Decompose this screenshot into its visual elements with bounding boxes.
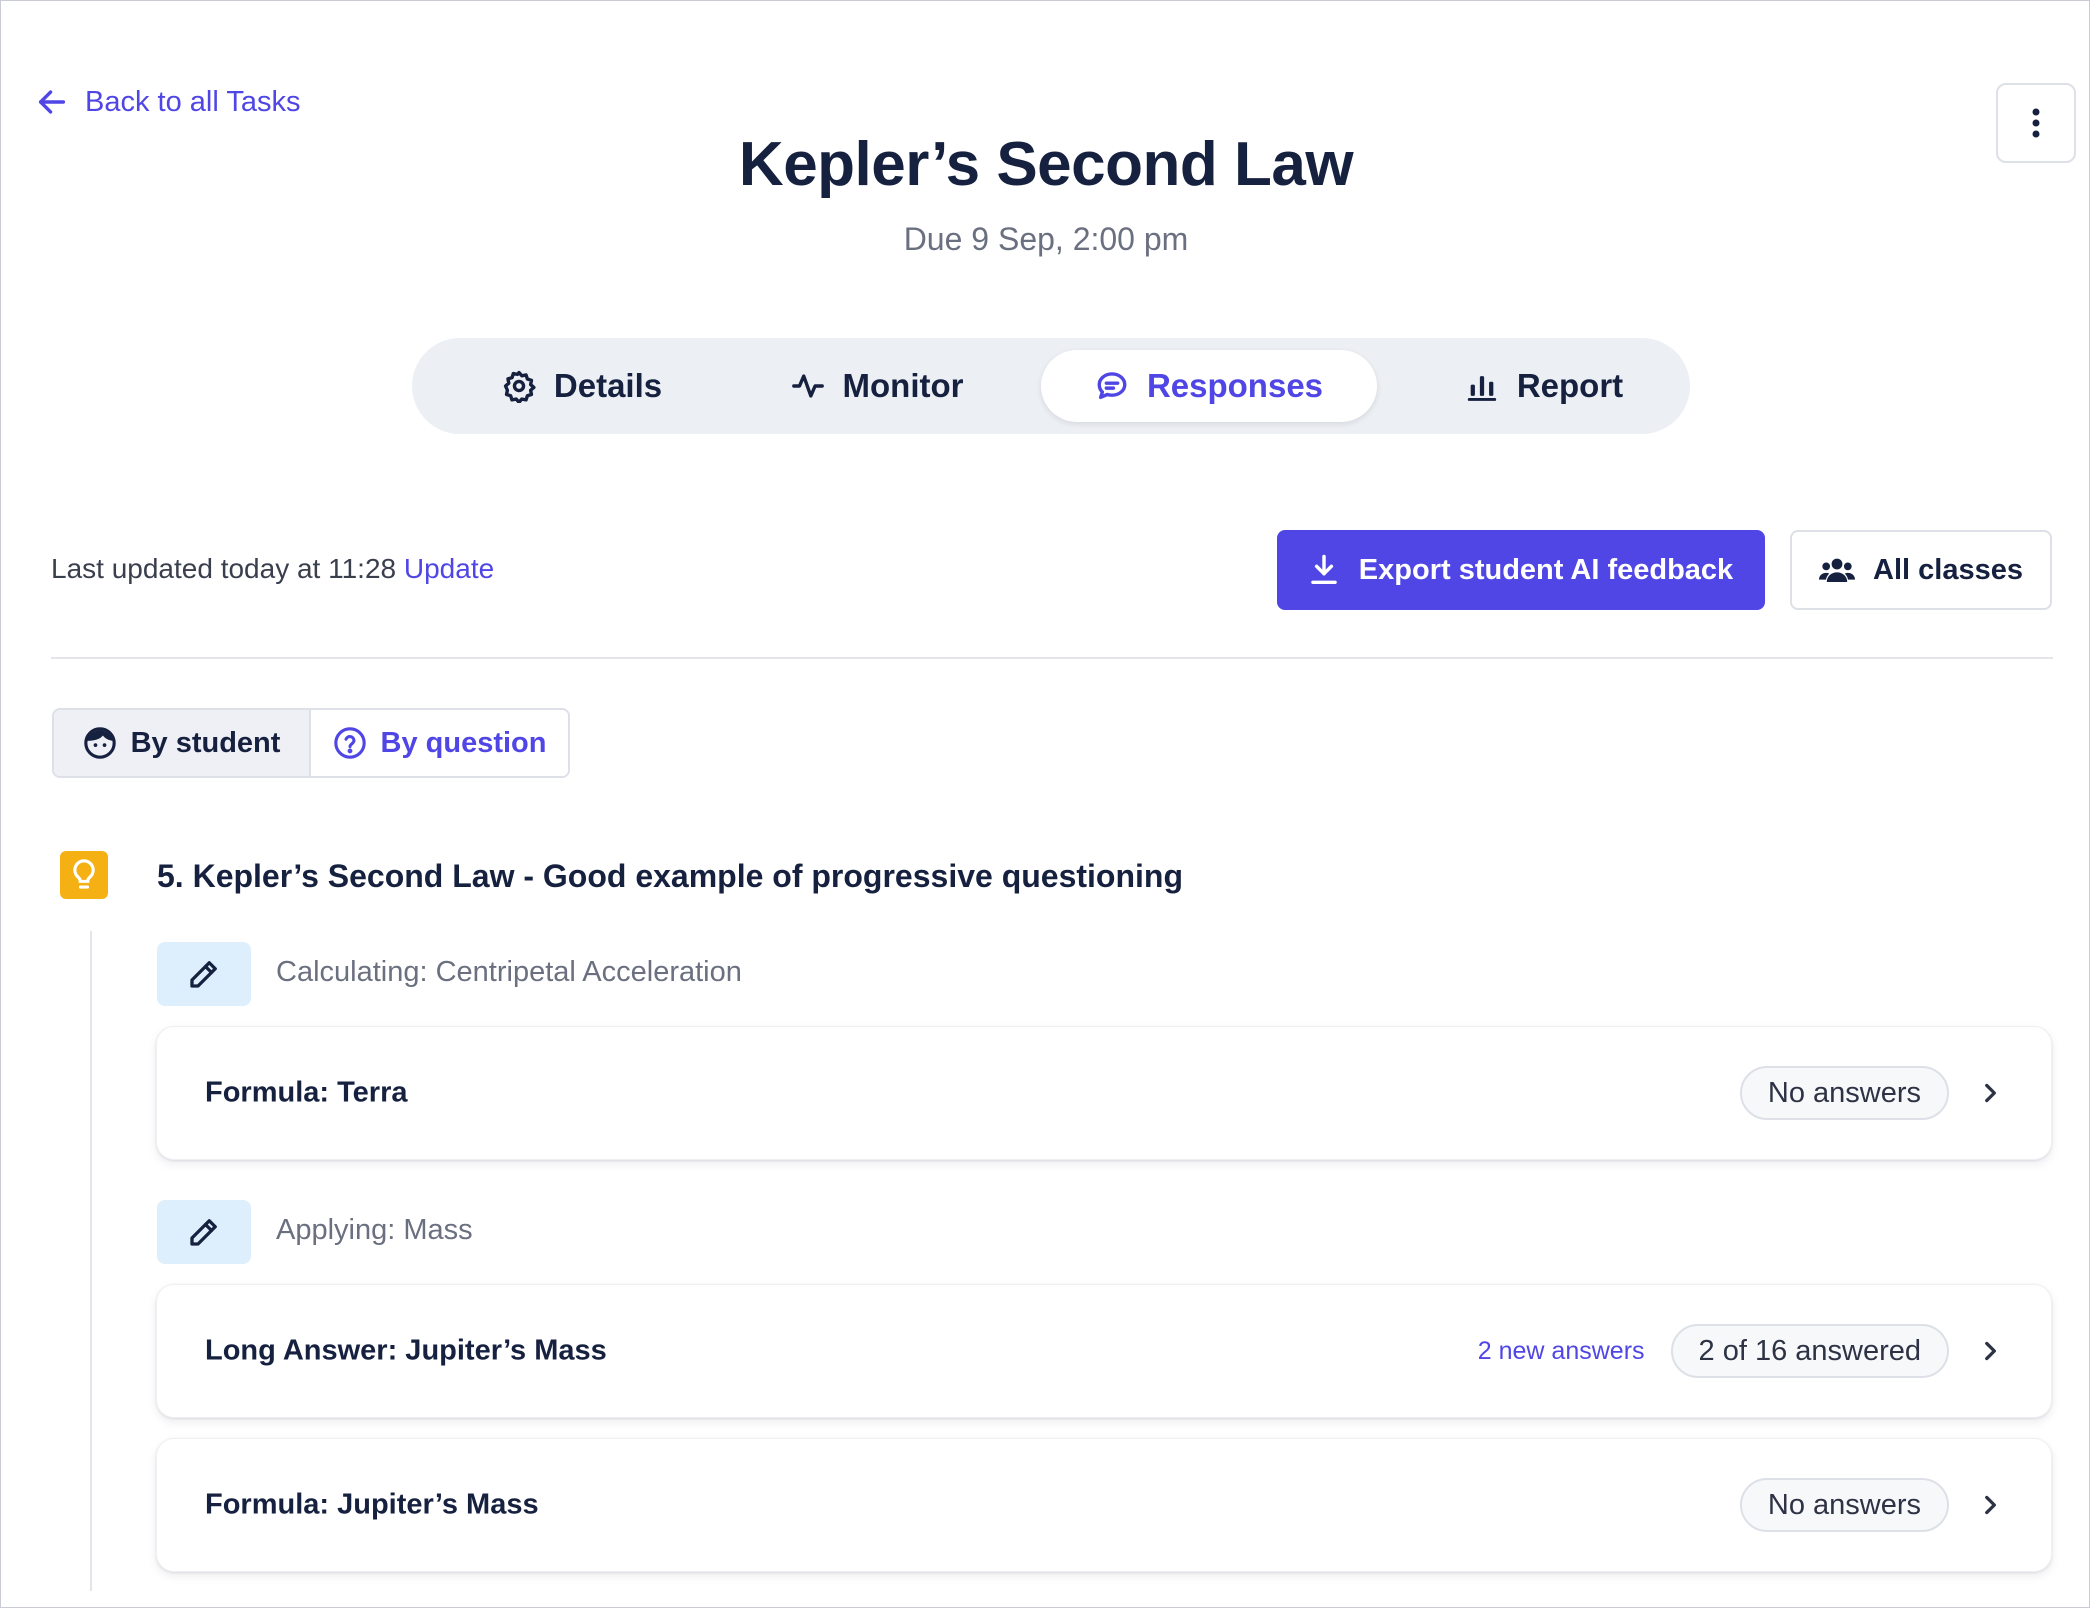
- lightbulb-icon: [73, 859, 95, 889]
- back-link-label: Back to all Tasks: [85, 85, 301, 118]
- arrow-left-icon: [38, 90, 66, 114]
- back-to-tasks-link[interactable]: Back to all Tasks: [35, 85, 300, 119]
- classes-button-label: All classes: [1873, 553, 2023, 586]
- pencil-icon: [190, 961, 217, 988]
- tree-line: [90, 931, 92, 1591]
- answer-status-badge: No answers: [1739, 1066, 1949, 1120]
- question-title: Long Answer: Jupiter’s Mass: [205, 1334, 607, 1367]
- pencil-icon: [190, 1219, 217, 1246]
- question-title: Formula: Jupiter’s Mass: [205, 1488, 539, 1521]
- answer-status-badge: No answers: [1739, 1478, 1949, 1532]
- chevron-right-icon: [1985, 1341, 1996, 1361]
- question-card-formula-terra[interactable]: Formula: Terra No answers: [156, 1026, 2052, 1160]
- tab-responses[interactable]: Responses: [1041, 350, 1377, 422]
- group-label-calculating: Calculating: Centripetal Acceleration: [276, 956, 742, 988]
- question-card-long-answer-jupiter[interactable]: Long Answer: Jupiter’s Mass 2 new answer…: [156, 1284, 2052, 1418]
- tab-monitor-label: Monitor: [842, 367, 964, 404]
- chevron-right-icon: [1985, 1495, 1996, 1515]
- by-question-label: By question: [380, 726, 547, 759]
- tab-monitor[interactable]: Monitor: [757, 350, 997, 422]
- by-student-option[interactable]: By student: [54, 710, 311, 776]
- tab-report-label: Report: [1516, 367, 1624, 404]
- divider: [51, 657, 2053, 659]
- question-card-formula-jupiter[interactable]: Formula: Jupiter’s Mass No answers: [156, 1438, 2052, 1572]
- tab-details-label: Details: [553, 367, 663, 404]
- question-status-area: No answers: [1739, 1066, 2003, 1120]
- task-tabs: Details Monitor Responses Report: [412, 338, 1690, 434]
- by-question-option[interactable]: By question: [311, 710, 568, 776]
- question-title: Formula: Terra: [205, 1076, 408, 1109]
- view-toggle: By student By question: [52, 708, 570, 778]
- export-button-label: Export student AI feedback: [1358, 553, 1734, 586]
- question-status-area: No answers: [1739, 1478, 2003, 1532]
- student-face-icon: [83, 727, 116, 759]
- tab-details[interactable]: Details: [464, 350, 700, 422]
- download-icon: [1310, 554, 1337, 585]
- question-status-area: 2 new answers 2 of 16 answered: [1478, 1324, 2003, 1378]
- page-title: Kepler’s Second Law: [738, 130, 1354, 199]
- all-classes-button[interactable]: All classes: [1790, 530, 2052, 610]
- group-label-applying: Applying: Mass: [276, 1214, 473, 1246]
- gear-icon: [503, 370, 536, 403]
- bar-chart-icon: [1467, 376, 1496, 401]
- lightbulb-badge: [60, 851, 108, 899]
- users-icon: [1819, 558, 1856, 582]
- section-title: 5. Kepler’s Second Law - Good example of…: [157, 858, 1183, 894]
- group-tag-applying: [157, 1200, 251, 1264]
- page-frame: Back to all Tasks Kepler’s Second Law Du…: [0, 0, 2090, 1608]
- tab-report[interactable]: Report: [1444, 350, 1644, 422]
- chevron-right-icon: [1985, 1083, 1996, 1103]
- last-updated-text: Last updated today at 11:28: [51, 553, 397, 584]
- question-circle-icon: [333, 727, 366, 759]
- update-link[interactable]: Update: [404, 553, 494, 584]
- by-student-label: By student: [130, 726, 281, 759]
- tab-responses-label: Responses: [1146, 367, 1324, 404]
- chat-icon: [1097, 372, 1127, 400]
- due-date: Due 9 Sep, 2:00 pm: [903, 221, 1189, 257]
- answer-status-badge: 2 of 16 answered: [1670, 1324, 1949, 1378]
- activity-icon: [791, 374, 824, 398]
- new-answers-count: 2 new answers: [1477, 1336, 1645, 1365]
- export-ai-feedback-button[interactable]: Export student AI feedback: [1277, 530, 1765, 610]
- last-updated-status: Last updated today at 11:28 Update: [51, 553, 494, 585]
- group-tag-calculating: [157, 942, 251, 1006]
